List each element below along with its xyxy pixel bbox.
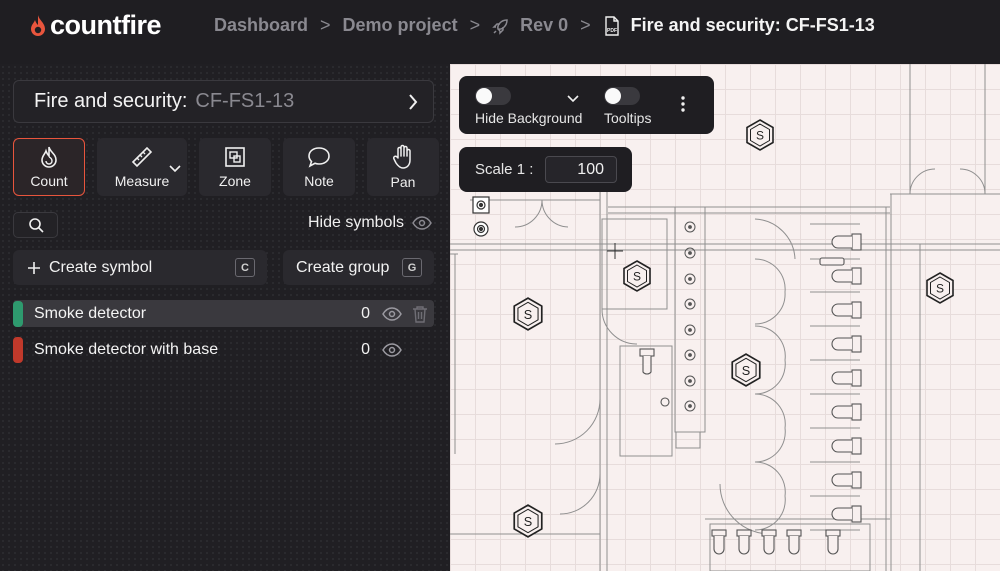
scale-input[interactable]: 100: [545, 156, 617, 183]
chevron-down-icon[interactable]: [169, 160, 181, 176]
hide-background-label: Hide Background: [475, 110, 583, 126]
chevron-right-icon: [407, 92, 419, 118]
trash-icon[interactable]: [412, 305, 434, 323]
plus-icon: [28, 261, 40, 274]
hide-symbols-label: Hide symbols: [307, 214, 404, 231]
pan-tool-button[interactable]: Pan: [367, 138, 439, 196]
floor-plan-canvas[interactable]: S S S S S S: [450, 64, 1000, 571]
shortcut-key-c: C: [235, 258, 255, 277]
note-tool-button[interactable]: Note: [283, 138, 355, 196]
tooltips-toggle[interactable]: [604, 87, 640, 105]
eye-icon: [412, 216, 432, 230]
ruler-icon: [131, 146, 153, 168]
symbol-row[interactable]: Smoke detector with base 0: [13, 336, 434, 363]
breadcrumb-dashboard[interactable]: Dashboard: [214, 15, 308, 36]
breadcrumb-project[interactable]: Demo project: [343, 15, 458, 36]
symbol-marker[interactable]: S: [512, 503, 544, 539]
svg-text:S: S: [524, 515, 532, 529]
top-bar: countfire Dashboard > Demo project > Rev…: [0, 0, 1000, 53]
create-symbol-label: Create symbol: [49, 258, 153, 276]
breadcrumb-separator: >: [469, 15, 481, 35]
chevron-down-icon[interactable]: [567, 90, 579, 108]
breadcrumb-revision[interactable]: Rev 0: [520, 15, 568, 36]
symbol-name: Smoke detector: [34, 304, 147, 322]
zone-icon: [225, 147, 245, 167]
breadcrumb: Dashboard > Demo project > Rev 0 > PDF F…: [214, 15, 875, 36]
symbol-search-button[interactable]: [13, 212, 58, 238]
hide-background-toggle[interactable]: [475, 87, 511, 105]
svg-text:S: S: [524, 308, 532, 322]
sidebar: Fire and security: CF-FS1-13 Count Measu…: [0, 64, 450, 571]
toggle-knob: [476, 88, 492, 104]
symbol-color-swatch: [13, 336, 23, 363]
count-tool-button[interactable]: Count: [13, 138, 85, 196]
pan-label: Pan: [390, 174, 416, 190]
breadcrumb-separator: >: [580, 15, 591, 35]
create-symbol-button[interactable]: Create symbol C: [13, 250, 267, 285]
svg-text:S: S: [756, 129, 764, 143]
search-icon: [28, 218, 44, 233]
hide-symbols-toggle[interactable]: Hide symbols: [308, 214, 432, 232]
document-title: Fire and security:: [34, 90, 188, 112]
create-group-label: Create group: [296, 258, 390, 276]
hand-icon: [392, 144, 411, 169]
eye-icon[interactable]: [382, 342, 402, 357]
symbol-marker[interactable]: S: [730, 352, 762, 388]
shortcut-key-g: G: [402, 258, 422, 277]
flame-icon: [41, 146, 57, 168]
symbol-marker[interactable]: S: [622, 259, 652, 293]
pdf-file-icon: PDF: [603, 15, 621, 36]
count-label: Count: [30, 173, 68, 189]
symbol-row[interactable]: Smoke detector 0: [13, 300, 434, 327]
scale-panel: Scale 1 : 100: [459, 147, 632, 192]
note-label: Note: [304, 173, 334, 189]
breadcrumb-current-document: Fire and security: CF-FS1-13: [630, 15, 875, 35]
flame-logo-icon: [31, 14, 45, 36]
symbol-count: 0: [361, 304, 370, 322]
breadcrumb-separator: >: [320, 15, 331, 35]
tooltips-label: Tooltips: [604, 110, 652, 126]
more-options-icon[interactable]: [680, 94, 686, 119]
svg-text:S: S: [742, 364, 750, 378]
scale-label: Scale 1 :: [475, 161, 534, 178]
rocket-icon: [492, 17, 510, 35]
svg-text:S: S: [936, 282, 944, 296]
measure-tool-button[interactable]: Measure: [97, 138, 187, 196]
document-code: CF-FS1-13: [195, 90, 295, 112]
toggle-knob: [605, 88, 621, 104]
eye-icon[interactable]: [382, 306, 402, 321]
countfire-logo[interactable]: countfire: [28, 10, 162, 41]
create-group-button[interactable]: Create group G: [283, 250, 434, 285]
chat-bubble-icon: [308, 147, 330, 168]
symbol-name: Smoke detector with base: [34, 340, 219, 358]
zone-label: Zone: [219, 173, 251, 189]
measure-label: Measure: [114, 173, 170, 189]
symbol-count: 0: [361, 340, 370, 358]
symbol-marker[interactable]: S: [925, 271, 955, 305]
document-selector[interactable]: Fire and security: CF-FS1-13: [13, 80, 434, 123]
symbol-marker[interactable]: S: [512, 296, 544, 332]
symbol-marker[interactable]: S: [745, 118, 775, 152]
tool-bar: Count Measure Zone Note Pan: [13, 138, 439, 196]
svg-text:PDF: PDF: [607, 28, 617, 34]
view-options-panel: Hide Background Tooltips: [459, 76, 714, 134]
zone-tool-button[interactable]: Zone: [199, 138, 271, 196]
svg-text:S: S: [633, 270, 641, 284]
symbol-color-swatch: [13, 300, 23, 327]
brand-name: countfire: [50, 10, 162, 40]
